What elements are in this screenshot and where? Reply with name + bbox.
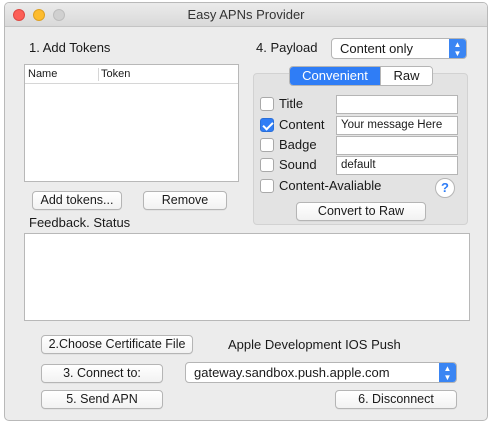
chevron-updown-icon: ▲ ▼ <box>439 363 456 382</box>
sound-input[interactable]: default <box>336 156 458 175</box>
payload-mode-value: Content only <box>340 41 413 56</box>
content-field-label: Content <box>279 117 325 132</box>
connect-to-button[interactable]: 3. Connect to: <box>41 364 163 383</box>
add-tokens-button[interactable]: Add tokens... <box>32 191 122 210</box>
server-select[interactable]: gateway.sandbox.push.apple.com ▲ ▼ <box>185 362 457 383</box>
disconnect-button[interactable]: 6. Disconnect <box>335 390 457 409</box>
content-available-label: Content-Avaliable <box>279 178 382 193</box>
app-window: Easy APNs Provider 1. Add Tokens Name To… <box>4 2 488 421</box>
title-bar[interactable]: Easy APNs Provider <box>5 3 487 27</box>
send-apn-button[interactable]: 5. Send APN <box>41 390 163 409</box>
choose-certificate-button[interactable]: 2.Choose Certificate File <box>41 335 193 354</box>
feedback-status-label: Feedback. Status <box>29 215 131 230</box>
segment-convenient[interactable]: Convenient <box>290 67 380 85</box>
badge-input[interactable] <box>336 136 458 155</box>
badge-field-label: Badge <box>279 137 317 152</box>
chevron-updown-icon: ▲ ▼ <box>449 39 466 58</box>
content-input[interactable]: Your message Here <box>336 116 458 135</box>
sound-checkbox[interactable] <box>260 158 274 172</box>
sound-field-label: Sound <box>279 157 317 172</box>
add-tokens-label: 1. Add Tokens <box>29 40 111 55</box>
payload-segmented-control[interactable]: Convenient Raw <box>289 66 433 86</box>
title-checkbox[interactable] <box>260 97 274 111</box>
window-title: Easy APNs Provider <box>187 7 305 22</box>
payload-mode-select[interactable]: Content only ▲ ▼ <box>331 38 467 59</box>
convert-to-raw-button[interactable]: Convert to Raw <box>296 202 426 221</box>
tokens-table-header: Name Token <box>25 65 238 84</box>
help-icon[interactable]: ? <box>435 178 455 198</box>
column-header-token[interactable]: Token <box>101 68 130 80</box>
content-checkbox[interactable] <box>260 118 274 132</box>
feedback-status-area[interactable] <box>24 233 470 321</box>
column-divider <box>98 68 99 81</box>
tokens-table[interactable]: Name Token <box>24 64 239 182</box>
certificate-name: Apple Development IOS Push <box>228 337 401 352</box>
badge-checkbox[interactable] <box>260 138 274 152</box>
title-input[interactable] <box>336 95 458 114</box>
server-value: gateway.sandbox.push.apple.com <box>194 365 390 380</box>
content-available-checkbox[interactable] <box>260 179 274 193</box>
remove-token-button[interactable]: Remove <box>143 191 227 210</box>
payload-label: 4. Payload <box>256 40 318 55</box>
title-field-label: Title <box>279 96 304 111</box>
column-header-name[interactable]: Name <box>28 68 57 80</box>
segment-raw[interactable]: Raw <box>380 67 432 85</box>
